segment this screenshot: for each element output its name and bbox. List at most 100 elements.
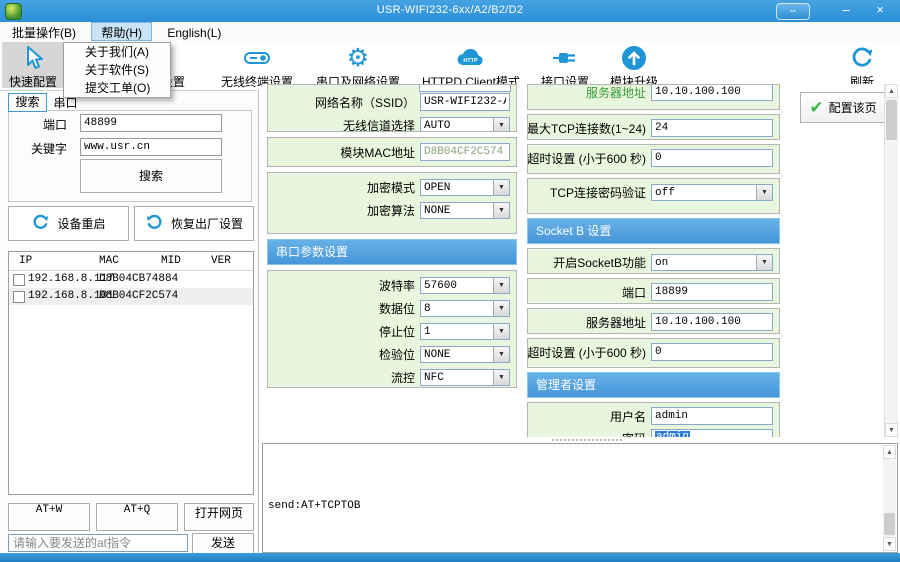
search-groupbox: 端口 关键字 搜索 (8, 110, 252, 202)
toolbar-quick-config[interactable]: 快速配置 (2, 42, 64, 88)
chevron-down-icon[interactable]: ▼ (756, 255, 772, 270)
menubar: 批量操作(B) 帮助(H) English(L) (0, 22, 900, 42)
plug-icon (532, 44, 598, 72)
settings-area: 网络名称（SSID） 无线信道选择 AUTO ▼ 模块MAC地址 (262, 84, 884, 437)
clipped-combobox[interactable] (419, 85, 511, 92)
table-row[interactable]: 192.168.8.101 D8B04CF2C574 (9, 288, 253, 305)
tcp-password-select[interactable]: off ▼ (651, 184, 773, 201)
socketb-port-input[interactable] (651, 283, 773, 301)
menu-item-about-us[interactable]: 关于我们(A) (64, 43, 170, 61)
flow-control-select[interactable]: NFC ▼ (420, 369, 510, 386)
tcp-timeout-input[interactable] (651, 149, 773, 167)
log-area[interactable]: send:AT+TCPTOB received:+ok=0 send:AT+WE… (262, 443, 898, 553)
stop-bits-select[interactable]: 1 ▼ (420, 323, 510, 340)
socketb-enable-panel: 开启SocketB功能 on ▼ (527, 248, 780, 274)
minimize-button[interactable]: – (832, 0, 860, 22)
admin-header: 管理者设置 (527, 372, 780, 398)
menu-item-submit-ticket[interactable]: 提交工单(O) (64, 79, 170, 97)
socketb-enable-select[interactable]: on ▼ (651, 254, 773, 271)
baud-rate-select[interactable]: 57600 ▼ (420, 277, 510, 294)
username-label: 用户名 (610, 408, 646, 425)
encryption-mode-select[interactable]: OPEN ▼ (420, 179, 510, 196)
max-tcp-panel: 最大TCP连接数(1~24) (527, 114, 780, 140)
upload-arrow-icon (601, 44, 667, 72)
channel-label: 无线信道选择 (343, 117, 415, 133)
close-button[interactable]: × (866, 0, 894, 22)
log-lines: send:AT+TCPTOB received:+ok=0 send:AT+WE… (268, 446, 879, 562)
toolbar-refresh[interactable]: 刷新 (834, 42, 890, 88)
socketb-server-input[interactable] (651, 313, 773, 331)
toolbar-interface-settings[interactable]: 接口设置 (532, 42, 598, 88)
bottom-status-strip (0, 553, 900, 562)
row-checkbox[interactable] (13, 274, 25, 286)
chevron-down-icon[interactable]: ▼ (493, 203, 509, 218)
scroll-down-arrow[interactable]: ▼ (885, 423, 898, 437)
chevron-down-icon[interactable]: ▼ (493, 180, 509, 195)
chevron-down-icon[interactable]: ▼ (493, 278, 509, 293)
switch-window-button[interactable]: ⇔ (776, 3, 810, 20)
menu-batch-ops[interactable]: 批量操作(B) (2, 22, 86, 41)
row-checkbox[interactable] (13, 291, 25, 303)
col-mac: MAC (99, 255, 119, 267)
table-row[interactable]: 192.168.8.117 D8B04CB74884 (9, 271, 253, 288)
settings-scrollbar[interactable]: ▲ ▼ (884, 84, 898, 437)
parity-select[interactable]: NONE ▼ (420, 346, 510, 363)
flow-control-label: 流控 (391, 369, 415, 386)
chevron-down-icon[interactable]: ▼ (493, 118, 509, 133)
port-input[interactable] (80, 114, 222, 132)
socketb-timeout-input[interactable] (651, 343, 773, 361)
chevron-down-icon[interactable]: ▼ (493, 301, 509, 316)
tcp-timeout-label: TCP超时设置 (小于600 秒) (527, 150, 646, 167)
at-w-button[interactable]: AT+W (8, 503, 90, 531)
encryption-alg-select[interactable]: NONE ▼ (420, 202, 510, 219)
toolbar-httpd-client[interactable]: HTTP HTTPD Client模式 (413, 42, 529, 88)
menu-item-about-software[interactable]: 关于软件(S) (64, 61, 170, 79)
cursor-icon (2, 44, 64, 72)
scroll-up-arrow[interactable]: ▲ (883, 445, 896, 459)
server-addr-input[interactable] (651, 84, 773, 101)
log-line: send:AT+TCPTOB (268, 494, 879, 518)
max-tcp-input[interactable] (651, 119, 773, 137)
ssid-label: 网络名称（SSID） (315, 94, 415, 111)
data-bits-select[interactable]: 8 ▼ (420, 300, 510, 317)
search-button[interactable]: 搜索 (80, 159, 222, 193)
encryption-alg-label: 加密算法 (367, 202, 415, 219)
settings-column-left: 网络名称（SSID） 无线信道选择 AUTO ▼ 模块MAC地址 (267, 84, 517, 388)
scroll-down-arrow[interactable]: ▼ (883, 537, 896, 551)
configure-page-button[interactable]: ✔ 配置该页 (800, 92, 884, 123)
open-webpage-button[interactable]: 打开网页 (184, 503, 254, 531)
toolbar-wireless-sta[interactable]: 无线终端设置 (211, 42, 303, 88)
scrollbar-thumb[interactable] (884, 513, 895, 535)
toolbar-serial-network[interactable]: ⚙ 串口及网络设置 (306, 42, 410, 88)
chevron-down-icon[interactable]: ▼ (493, 324, 509, 339)
log-scrollbar[interactable]: ▲ ▼ (883, 445, 896, 551)
menu-english[interactable]: English(L) (157, 24, 231, 43)
keyword-input[interactable] (80, 138, 222, 156)
chevron-down-icon[interactable]: ▼ (493, 370, 509, 385)
factory-reset-button[interactable]: 恢复出厂设置 (134, 206, 254, 241)
ap-panel: 网络名称（SSID） 无线信道选择 AUTO ▼ (267, 84, 517, 132)
scroll-up-arrow[interactable]: ▲ (885, 84, 898, 98)
device-table-header: IP MAC MID VER (9, 252, 253, 271)
max-tcp-label: 最大TCP连接数(1~24) (527, 120, 646, 137)
menu-help[interactable]: 帮助(H) (91, 22, 152, 41)
scrollbar-thumb[interactable] (886, 100, 897, 140)
socket-b-header: Socket B 设置 (527, 218, 780, 244)
username-input[interactable] (651, 407, 773, 425)
chevron-down-icon[interactable]: ▼ (493, 347, 509, 362)
channel-select[interactable]: AUTO ▼ (420, 117, 510, 133)
send-button[interactable]: 发送 (192, 533, 254, 555)
ssid-input[interactable] (420, 93, 510, 111)
reset-icon (145, 213, 164, 235)
password-input[interactable]: admin (651, 429, 773, 437)
at-command-input[interactable] (8, 534, 188, 552)
tcp-password-label: TCP连接密码验证 (550, 184, 646, 201)
mac-input (420, 143, 510, 161)
chevron-down-icon[interactable]: ▼ (756, 185, 772, 200)
help-dropdown-menu: 关于我们(A) 关于软件(S) 提交工单(O) (63, 42, 171, 98)
at-q-button[interactable]: AT+Q (96, 503, 178, 531)
baud-rate-label: 波特率 (379, 277, 415, 294)
device-reboot-button[interactable]: 设备重启 (8, 206, 129, 241)
tab-search[interactable]: 搜索 (8, 93, 47, 112)
toolbar-module-upgrade[interactable]: 模块升级 (601, 42, 667, 88)
